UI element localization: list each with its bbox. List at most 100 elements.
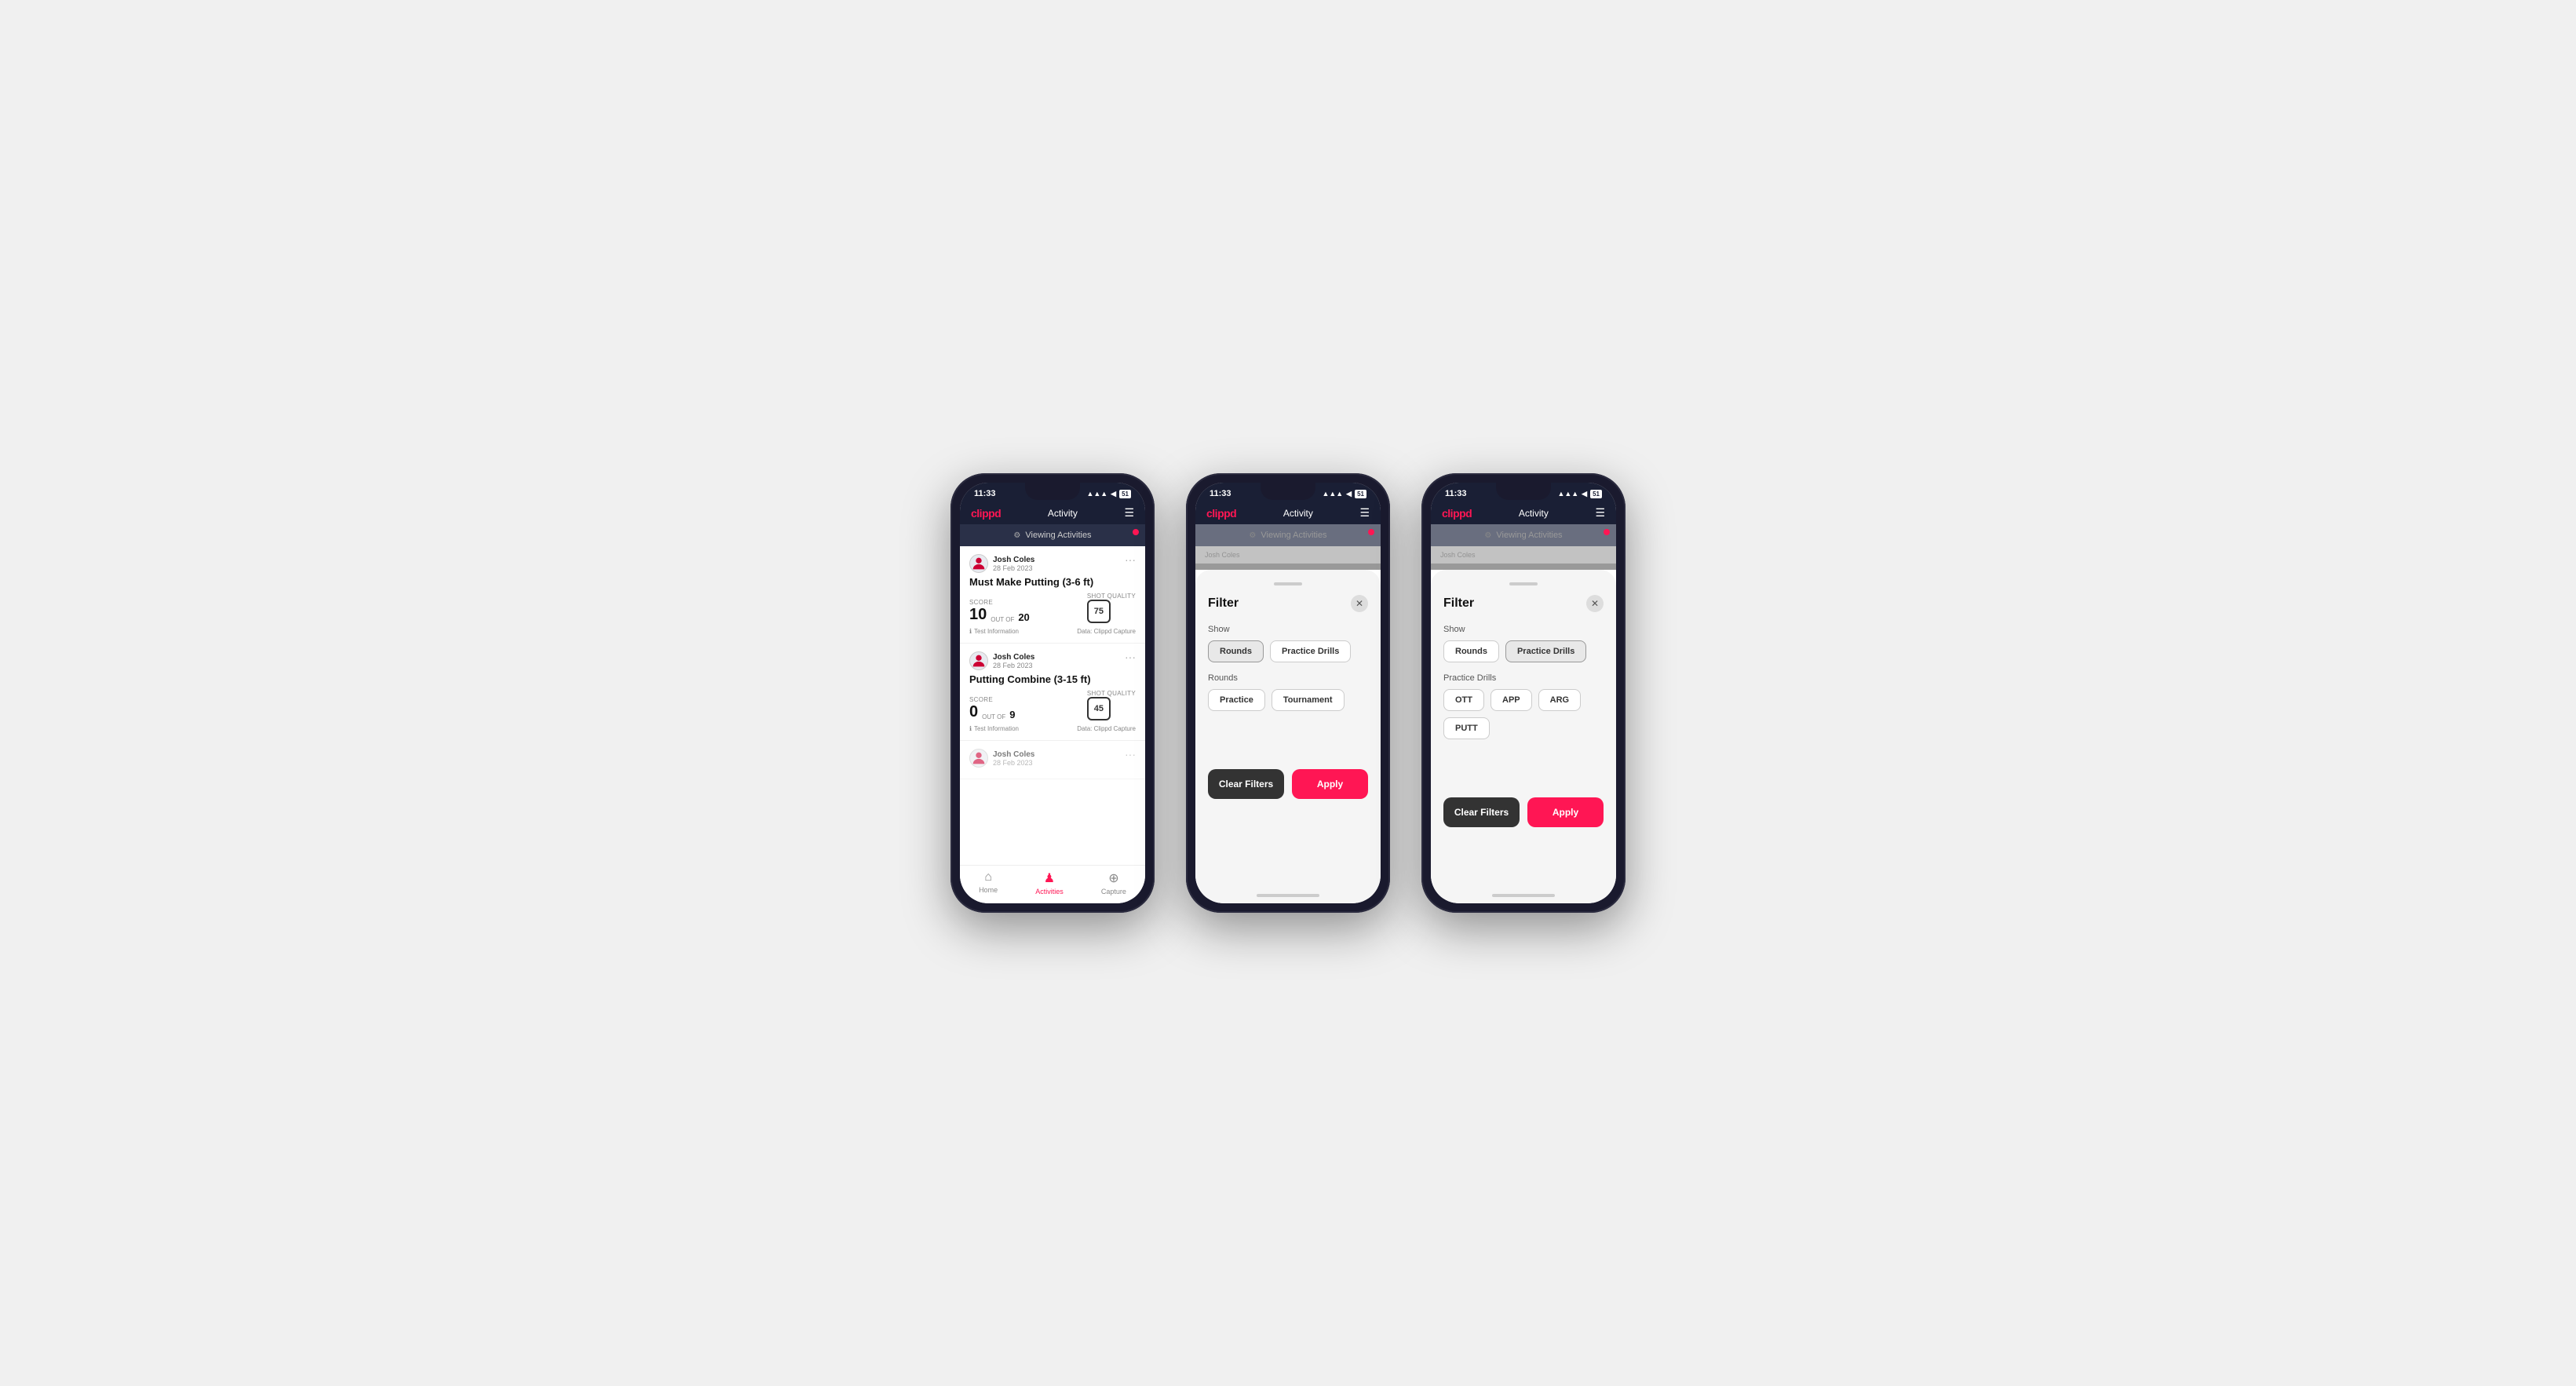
filter-dot-2 — [1368, 529, 1374, 535]
filter-close-2[interactable]: ✕ — [1586, 595, 1604, 612]
filter-show-section-2: Show Rounds Practice Drills — [1443, 625, 1604, 662]
signal-icon-2: ▲▲▲ — [1322, 490, 1343, 498]
filter-handle-1 — [1274, 582, 1302, 585]
backdrop-3: Josh Coles — [1431, 546, 1616, 570]
capture-label: Capture — [1101, 888, 1126, 895]
test-info-2: ℹ Test Information — [969, 725, 1019, 732]
drills-section-label-2: Practice Drills — [1443, 673, 1604, 683]
page-title: Activity — [1048, 508, 1078, 519]
user-date-3: 28 Feb 2023 — [993, 759, 1034, 767]
more-options-2[interactable]: ··· — [1125, 651, 1136, 662]
rounds-btn-1[interactable]: Rounds — [1208, 640, 1264, 662]
practice-drills-btn-1[interactable]: Practice Drills — [1270, 640, 1351, 662]
activity-title-1: Must Make Putting (3-6 ft) — [969, 576, 1136, 588]
filter-drills-section-2: Practice Drills OTT APP ARG PUTT — [1443, 673, 1604, 739]
filter-show-section-1: Show Rounds Practice Drills — [1208, 625, 1368, 662]
nav-capture[interactable]: ⊕ Capture — [1101, 870, 1126, 895]
filter-dot-3 — [1604, 529, 1610, 535]
viewing-label-dim-3: Viewing Activities — [1496, 531, 1562, 540]
filter-rounds-section-1: Rounds Practice Tournament — [1208, 673, 1368, 711]
wifi-icon: ◀ — [1111, 490, 1116, 498]
show-label-2: Show — [1443, 625, 1604, 634]
backdrop-2: Josh Coles — [1195, 546, 1381, 570]
signal-icon-3: ▲▲▲ — [1557, 490, 1578, 498]
status-icons: ▲▲▲ ◀ 51 — [1086, 490, 1131, 498]
status-icons-2: ▲▲▲ ◀ 51 — [1322, 490, 1366, 498]
nav-bar-2: clippd Activity ☰ — [1195, 502, 1381, 524]
viewing-activities-bar[interactable]: ⚙ Viewing Activities — [960, 524, 1145, 546]
time: 11:33 — [974, 489, 996, 498]
capture-icon: ⊕ — [1108, 870, 1118, 886]
page-title-3: Activity — [1519, 508, 1549, 519]
phone-1: 11:33 ▲▲▲ ◀ 51 clippd Activity ☰ ⚙ Viewi… — [950, 473, 1155, 913]
drill-app-btn[interactable]: APP — [1491, 689, 1532, 711]
filter-icon-dim-3: ⚙ — [1484, 531, 1491, 540]
filter-close-1[interactable]: ✕ — [1351, 595, 1368, 612]
menu-icon-3[interactable]: ☰ — [1595, 506, 1605, 520]
status-icons-3: ▲▲▲ ◀ 51 — [1557, 490, 1602, 498]
notch-3 — [1496, 483, 1551, 500]
nav-home[interactable]: ⌂ Home — [979, 870, 998, 895]
app-logo-3: clippd — [1442, 507, 1472, 520]
score-value-1: 10 — [969, 606, 987, 623]
viewing-label-dim-2: Viewing Activities — [1261, 531, 1326, 540]
menu-icon[interactable]: ☰ — [1124, 506, 1134, 520]
nav-bar-3: clippd Activity ☰ — [1431, 502, 1616, 524]
info-icon-1: ℹ — [969, 628, 972, 635]
user-date-1: 28 Feb 2023 — [993, 564, 1034, 572]
filter-icon-dim-2: ⚙ — [1249, 531, 1256, 540]
data-source-2: Data: Clippd Capture — [1077, 725, 1136, 732]
avatar-2 — [969, 651, 988, 670]
activity-card-1[interactable]: Josh Coles 28 Feb 2023 ··· Must Make Put… — [960, 546, 1145, 644]
score-label-2: Score — [969, 696, 1015, 703]
filter-icon: ⚙ — [1013, 531, 1020, 540]
menu-icon-2[interactable]: ☰ — [1359, 506, 1370, 520]
time-2: 11:33 — [1210, 489, 1231, 498]
tournament-btn-1[interactable]: Tournament — [1272, 689, 1345, 711]
filter-sheet-2: Filter ✕ Show Rounds Practice Drills Pra… — [1431, 570, 1616, 888]
shots-value-1: 20 — [1018, 611, 1029, 623]
phone-3: 11:33 ▲▲▲ ◀ 51 clippd Activity ☰ ⚙ Viewi… — [1421, 473, 1626, 913]
viewing-bar-dimmed-3: ⚙ Viewing Activities — [1431, 524, 1616, 546]
apply-btn-1[interactable]: Apply — [1292, 769, 1368, 799]
test-info-1: ℹ Test Information — [969, 628, 1019, 635]
clear-filters-btn-2[interactable]: Clear Filters — [1443, 797, 1520, 827]
rounds-btn-2[interactable]: Rounds — [1443, 640, 1499, 662]
more-options-3[interactable]: ··· — [1125, 749, 1136, 760]
more-options-1[interactable]: ··· — [1125, 554, 1136, 565]
filter-sheet-1: Filter ✕ Show Rounds Practice Drills Rou… — [1195, 570, 1381, 888]
viewing-label: Viewing Activities — [1025, 531, 1091, 540]
clear-filters-btn-1[interactable]: Clear Filters — [1208, 769, 1284, 799]
page-title-2: Activity — [1283, 508, 1313, 519]
out-of-1: OUT OF — [991, 616, 1014, 623]
home-label: Home — [979, 886, 998, 894]
apply-btn-2[interactable]: Apply — [1527, 797, 1604, 827]
sq-label-1: Shot Quality — [1087, 593, 1136, 600]
practice-drills-btn-2[interactable]: Practice Drills — [1505, 640, 1586, 662]
drill-arg-btn[interactable]: ARG — [1538, 689, 1581, 711]
data-source-1: Data: Clippd Capture — [1077, 628, 1136, 635]
drill-ott-btn[interactable]: OTT — [1443, 689, 1484, 711]
home-indicator-2 — [1257, 894, 1319, 897]
score-value-2: 0 — [969, 703, 978, 720]
activity-card-2[interactable]: Josh Coles 28 Feb 2023 ··· Putting Combi… — [960, 644, 1145, 741]
bottom-indicator-3 — [1431, 888, 1616, 903]
home-indicator-3 — [1492, 894, 1555, 897]
wifi-icon-3: ◀ — [1582, 490, 1587, 498]
filter-active-dot — [1133, 529, 1139, 535]
filter-title-1: Filter — [1208, 596, 1239, 611]
activities-icon: ♟ — [1044, 870, 1055, 886]
drill-putt-btn[interactable]: PUTT — [1443, 717, 1490, 739]
app-logo: clippd — [971, 507, 1001, 520]
filter-actions-2: Clear Filters Apply — [1443, 797, 1604, 827]
shots-value-2: 9 — [1009, 709, 1015, 720]
activities-label: Activities — [1035, 888, 1064, 895]
filter-actions-1: Clear Filters Apply — [1208, 769, 1368, 799]
activity-card-3[interactable]: Josh Coles 28 Feb 2023 ··· — [960, 741, 1145, 779]
nav-activities[interactable]: ♟ Activities — [1035, 870, 1064, 895]
activity-list: Josh Coles 28 Feb 2023 ··· Must Make Put… — [960, 546, 1145, 865]
practice-btn-1[interactable]: Practice — [1208, 689, 1265, 711]
battery-icon-3: 51 — [1590, 490, 1602, 498]
avatar-3 — [969, 749, 988, 768]
battery-icon-2: 51 — [1355, 490, 1366, 498]
